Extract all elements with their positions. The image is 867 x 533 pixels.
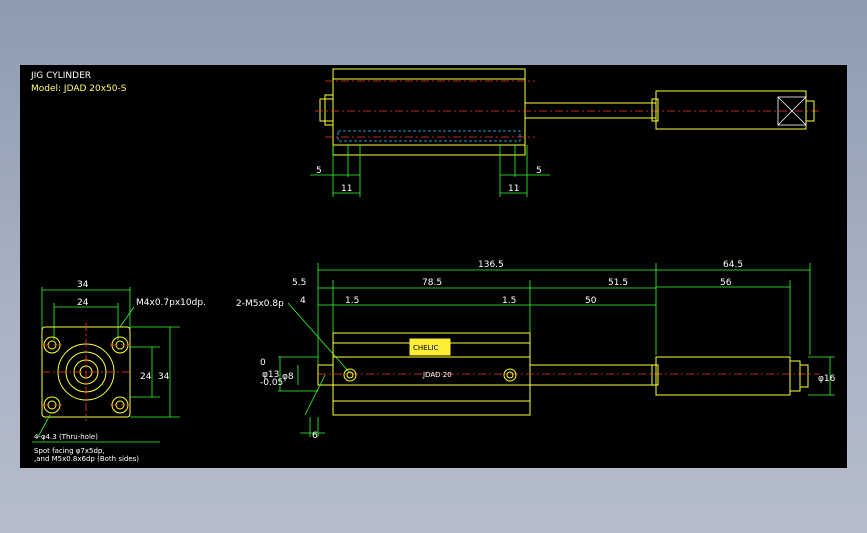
- dim-78-5: 78.5: [422, 278, 442, 288]
- note-spot-facing: Spot facing φ7x5dp,: [34, 447, 105, 455]
- side-view: 136.5 64.5 5.5 78.5 51.5 4 1.5 1.5 50 56…: [236, 260, 836, 441]
- dim-5-5: 5.5: [292, 278, 306, 288]
- dim-50: 50: [585, 296, 597, 306]
- note-thread: ,and M5x0.8x6dp (Both sides): [34, 455, 139, 463]
- cylinder-sublabel: JDAD 20: [422, 371, 452, 379]
- drawing-title: JIG CYLINDER: [30, 71, 91, 81]
- end-view: 34 24 M4x0.7px10dp. 24 34 4-φ4.3 (Thru-h…: [32, 280, 206, 463]
- dim-top-right-offset: 5: [536, 166, 542, 176]
- dim-tol-top: 0: [260, 358, 266, 368]
- dim-6: 6: [312, 431, 318, 441]
- dim-phi13: φ13: [262, 370, 279, 380]
- dim-end-height-inner: 24: [140, 372, 152, 382]
- dim-1-5a: 1.5: [345, 296, 359, 306]
- dim-end-width-outer: 34: [77, 280, 89, 290]
- top-body: [332, 68, 526, 156]
- dim-port: 2-M5x0.8p: [236, 299, 284, 309]
- dim-51-5: 51.5: [608, 278, 628, 288]
- dim-56: 56: [720, 278, 732, 288]
- dim-end-height-outer: 34: [158, 372, 170, 382]
- dim-end-thread: M4x0.7px10dp.: [136, 298, 206, 308]
- dim-top-left-width: 11: [341, 184, 352, 194]
- cad-viewport[interactable]: JIG CYLINDER Model: JDAD 20x50-S 5 11 11…: [20, 65, 847, 468]
- dim-top-right-width: 11: [508, 184, 519, 194]
- dim-total-body: 136.5: [478, 260, 504, 270]
- dim-top-left-offset: 5: [316, 166, 322, 176]
- drawing-canvas: JIG CYLINDER Model: JDAD 20x50-S 5 11 11…: [30, 68, 836, 463]
- top-view: 5 11 11 5: [310, 68, 820, 197]
- dim-rod-ext: 64.5: [723, 260, 743, 270]
- dim-end-width-inner: 24: [77, 298, 89, 308]
- dim-4: 4: [300, 296, 306, 306]
- dim-1-5b: 1.5: [502, 296, 516, 306]
- dim-phi16: φ16: [818, 374, 836, 384]
- drawing-model: Model: JDAD 20x50-S: [31, 84, 127, 94]
- cylinder-label: CHELIC: [413, 344, 439, 352]
- note-holes: 4-φ4.3 (Thru-hole): [34, 433, 98, 441]
- dim-phi8: φ8: [282, 372, 294, 382]
